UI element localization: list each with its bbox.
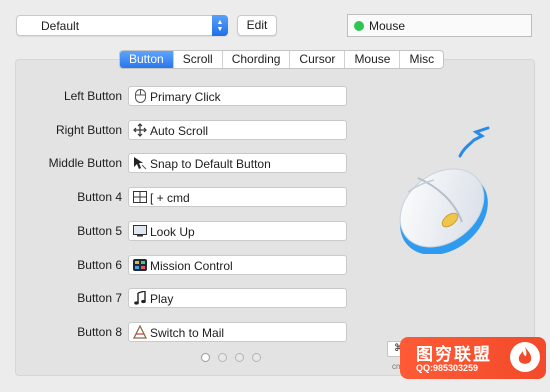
mouse-illustration-icon [399,126,490,254]
chevron-updown-icon: ▲ ▼ [212,15,228,36]
page-dot[interactable] [235,353,244,362]
flame-logo-icon [510,342,540,372]
left-button-action-field[interactable]: Primary Click [128,86,347,106]
page-dot[interactable] [218,353,227,362]
profile-select[interactable]: Default ▲ ▼ [16,15,228,36]
mission-control-icon [133,258,147,272]
button5-action: Look Up [150,225,195,239]
device-name: Mouse [369,19,406,33]
mouse-click-icon [133,89,147,103]
watermark-badge: 图穷联盟 QQ:985303259 [400,337,546,379]
page-indicator [201,353,261,362]
right-button-action: Auto Scroll [150,124,209,138]
edit-button[interactable]: Edit [237,15,277,36]
cursor-snap-icon [133,156,147,170]
button7-action: Play [150,292,174,306]
button5-label: Button 5 [77,224,122,238]
watermark-title: 图穷联盟 [416,345,492,364]
button6-action-field[interactable]: Mission Control [128,255,347,275]
page-dot[interactable] [252,353,261,362]
button5-action-field[interactable]: Look Up [128,221,347,241]
tab-cursor[interactable]: Cursor [290,51,346,68]
tab-button[interactable]: Button [120,51,174,68]
left-button-label: Left Button [63,89,122,103]
music-note-icon [133,291,147,305]
right-button-action-field[interactable]: Auto Scroll [128,120,347,140]
middle-button-action: Snap to Default Button [150,157,271,171]
button8-label: Button 8 [77,325,122,339]
device-indicator[interactable]: Mouse [347,14,532,37]
tab-chording[interactable]: Chording [223,51,291,68]
tab-mouse[interactable]: Mouse [345,51,401,68]
keyboard-icon [133,190,147,204]
move-arrows-icon [133,123,147,137]
button8-action: Switch to Mail [150,326,225,340]
button4-label: Button 4 [77,190,122,204]
button7-label: Button 7 [77,291,122,305]
button8-action-field[interactable]: Switch to Mail [128,322,347,342]
button4-action: [ + cmd [150,191,190,205]
page-dot[interactable] [201,353,210,362]
right-button-label: Right Button [55,123,122,137]
middle-button-label: Middle Button [48,156,122,170]
button4-action-field[interactable]: [ + cmd [128,187,347,207]
button7-action-field[interactable]: Play [128,288,347,308]
left-button-action: Primary Click [150,90,221,104]
tab-misc[interactable]: Misc [400,51,443,68]
dictionary-icon [133,224,147,238]
device-status-dot [354,21,364,31]
button6-label: Button 6 [77,258,122,272]
button6-action: Mission Control [150,259,233,273]
watermark-subtitle: QQ:985303259 [416,363,479,373]
tab-bar: Button Scroll Chording Cursor Mouse Misc [119,50,445,69]
tab-scroll[interactable]: Scroll [174,51,223,68]
middle-button-action-field[interactable]: Snap to Default Button [128,153,347,173]
profile-select-value: Default [41,19,80,33]
mail-app-icon [133,325,147,339]
